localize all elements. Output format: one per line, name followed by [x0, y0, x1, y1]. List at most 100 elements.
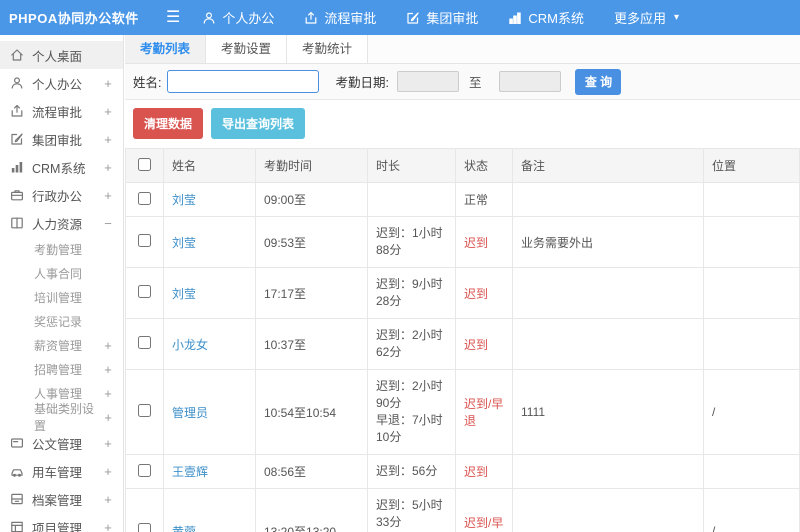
sidebar-sub-item[interactable]: 考勤管理 — [0, 237, 123, 261]
employee-name-link[interactable]: 刘莹 — [172, 236, 196, 250]
sidebar-item[interactable]: 行政办公 + — [0, 181, 123, 209]
topnav-item[interactable]: 更多应用 ▾ — [614, 8, 679, 27]
expand-icon[interactable]: + — [103, 132, 113, 147]
expand-icon[interactable]: + — [103, 436, 113, 451]
topnav-item[interactable]: 个人办公 — [202, 8, 274, 27]
expand-icon[interactable]: + — [103, 338, 113, 353]
sidebar-sub-item[interactable]: 基础类别设置 + — [0, 402, 123, 433]
expand-icon[interactable]: + — [103, 188, 113, 203]
sidebar-sub-item-label: 培训管理 — [34, 290, 83, 305]
row-checkbox[interactable] — [138, 285, 151, 298]
sidebar-item[interactable]: 个人桌面 — [0, 41, 123, 69]
name-filter-input[interactable] — [167, 70, 320, 93]
table-row: 管理员 10:54至10:54 迟到：2小时90分 早退：7小时10分 迟到/早退 111… — [125, 369, 800, 455]
status-cell: 迟到 — [455, 216, 513, 268]
sidebar-sub-item-label: 基础类别设置 — [34, 402, 95, 433]
sidebar-sub-item[interactable]: 薪资管理 + — [0, 333, 123, 357]
employee-name-link[interactable]: 管理员 — [172, 406, 208, 420]
share-icon — [304, 11, 318, 25]
expand-icon[interactable]: + — [103, 76, 113, 91]
export-list-button[interactable]: 导出查询列表 — [211, 108, 306, 139]
sidebar-sub-item[interactable]: 招聘管理 + — [0, 357, 123, 381]
clean-data-button[interactable]: 清理数据 — [133, 108, 204, 139]
sidebar-sub-item[interactable]: 奖惩记录 — [0, 309, 123, 333]
location-cell — [703, 182, 800, 217]
tab-inactive[interactable]: 考勤统计 — [287, 35, 369, 63]
sidebar-item[interactable]: 人力资源 − — [0, 209, 123, 237]
topnav-item[interactable]: CRM系统 — [508, 8, 584, 27]
attendance-table: 姓名 考勤时间 时长 状态 备注 位置 刘莹 09:00至 正常 刘莹 09:53至 迟到：1小时8… — [125, 148, 800, 532]
sidebar: 个人桌面 个人办公 + 流程审批 + 集团审批 + CRM系统 + 行政办公 + 人力资源 − 考勤管理… — [0, 35, 124, 532]
employee-name-link[interactable]: 黄蓉 — [172, 525, 196, 532]
date-to-input[interactable] — [499, 71, 562, 92]
expand-icon[interactable]: + — [103, 104, 113, 119]
sidebar-sub-item-label: 招聘管理 — [34, 362, 83, 377]
tab-inactive[interactable]: 考勤设置 — [206, 35, 288, 63]
expand-icon[interactable]: + — [103, 386, 113, 401]
table-row: 黄蓉 13:20至13:20迟到：5小时33分早退：4小时67分迟到/早退 / — [125, 488, 800, 532]
attendance-time-cell: 13:20至13:20 — [255, 488, 368, 532]
duration-cell: 迟到：9小时28分 — [367, 267, 456, 319]
sidebar-item[interactable]: 项目管理 + — [0, 513, 123, 532]
sidebar-item[interactable]: CRM系统 + — [0, 153, 123, 181]
topnav-item[interactable]: 流程审批 — [304, 8, 376, 27]
sidebar-item-label: 流程审批 — [32, 105, 83, 120]
user-icon — [10, 76, 25, 90]
note-cell: 1111 — [512, 369, 704, 455]
column-header: 位置 — [703, 148, 800, 183]
sidebar-item[interactable]: 档案管理 + — [0, 485, 123, 513]
tab-active[interactable]: 考勤列表 — [125, 35, 207, 63]
project-icon — [10, 520, 25, 532]
expand-icon[interactable]: + — [103, 362, 113, 377]
row-checkbox[interactable] — [138, 523, 151, 532]
row-checkbox[interactable] — [138, 404, 151, 417]
status-cell: 迟到 — [455, 318, 513, 370]
toolbar: 清理数据 导出查询列表 — [125, 100, 800, 148]
sidebar-sub-item[interactable]: 人事合同 — [0, 261, 123, 285]
sidebar-sub-item-label: 考勤管理 — [34, 242, 83, 257]
row-checkbox[interactable] — [138, 336, 151, 349]
search-button[interactable]: 查 询 — [575, 68, 622, 95]
attendance-time-cell: 10:37至 — [255, 318, 368, 370]
chart-icon — [10, 160, 25, 174]
note-cell — [512, 318, 704, 370]
edit-icon — [10, 132, 25, 146]
row-checkbox[interactable] — [138, 463, 151, 477]
employee-name-link[interactable]: 刘莹 — [172, 193, 196, 207]
employee-name-link[interactable]: 小龙女 — [172, 338, 208, 352]
row-checkbox[interactable] — [138, 191, 151, 205]
sidebar-item[interactable]: 集团审批 + — [0, 125, 123, 153]
name-filter-label: 姓名: — [133, 76, 162, 90]
car-icon — [10, 464, 25, 478]
topnav-item[interactable]: 集团审批 — [406, 8, 478, 27]
expand-icon[interactable]: + — [103, 492, 113, 507]
collapse-icon[interactable]: − — [103, 216, 113, 231]
sidebar-bottom-items: 公文管理 + 用车管理 + 档案管理 + 项目管理 + — [0, 429, 123, 532]
sidebar-item[interactable]: 流程审批 + — [0, 97, 123, 125]
expand-icon[interactable]: + — [103, 520, 113, 532]
column-header: 姓名 — [163, 148, 256, 183]
employee-name-link[interactable]: 王壹辉 — [172, 465, 208, 479]
topnav-item-label: CRM系统 — [528, 11, 584, 26]
expand-icon[interactable]: + — [103, 160, 113, 175]
date-from-input[interactable] — [396, 71, 459, 92]
sidebar-sub-item[interactable]: 培训管理 — [0, 285, 123, 309]
menu-icon[interactable]: ☰ — [166, 9, 180, 26]
note-cell: 业务需要外出 — [512, 216, 704, 268]
sidebar-item[interactable]: 用车管理 + — [0, 457, 123, 485]
select-all-checkbox[interactable] — [138, 157, 151, 171]
sidebar-item[interactable]: 公文管理 + — [0, 429, 123, 457]
expand-icon[interactable]: + — [103, 410, 113, 425]
employee-name-link[interactable]: 刘莹 — [172, 287, 196, 301]
sidebar-item-label: 个人桌面 — [32, 49, 83, 64]
row-checkbox[interactable] — [138, 234, 151, 247]
topnav-item-label: 更多应用 — [614, 11, 667, 26]
expand-icon[interactable]: + — [103, 464, 113, 479]
column-header: 考勤时间 — [255, 148, 368, 183]
sidebar-sub-item-label: 人事管理 — [34, 386, 83, 401]
sidebar-item[interactable]: 个人办公 + — [0, 69, 123, 97]
note-cell — [512, 454, 704, 489]
archive-icon — [10, 492, 25, 506]
sidebar-item-label: 个人办公 — [32, 77, 83, 92]
duration-cell: 迟到：2小时62分 — [367, 318, 456, 370]
